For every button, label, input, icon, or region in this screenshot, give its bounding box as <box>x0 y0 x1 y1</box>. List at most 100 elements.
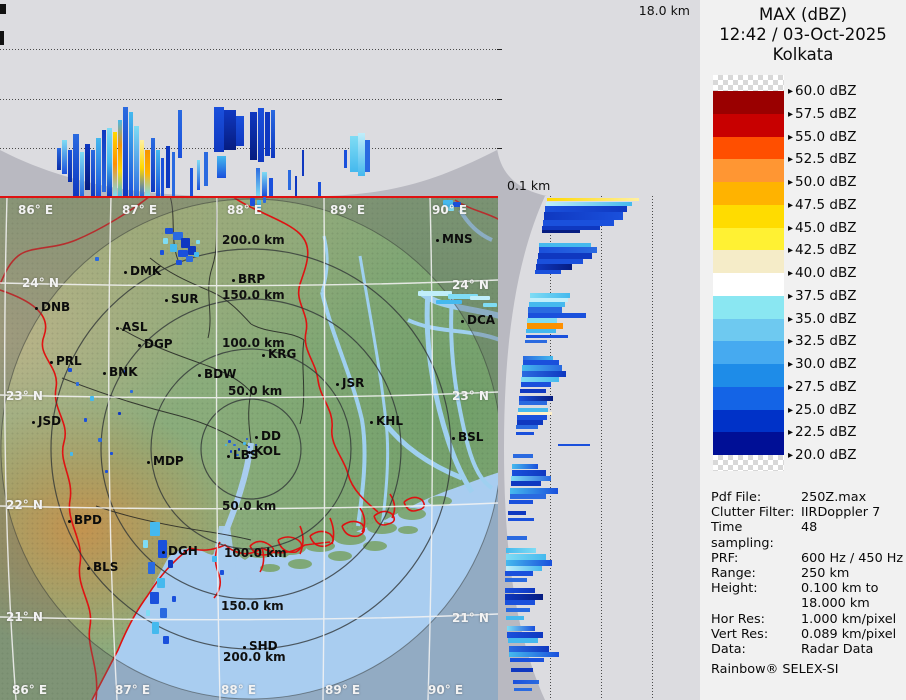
legend-level-label: ▸ 52.5 dBZ <box>788 151 856 167</box>
graticule-label: 22° N <box>6 498 43 512</box>
echo-row <box>512 464 538 469</box>
range-ring-label: 50.0 km <box>222 499 277 513</box>
echo-row <box>507 536 527 540</box>
level-marker-icon: ▸ <box>788 313 794 325</box>
graticule-label: 87° E <box>115 683 151 697</box>
legend-band <box>713 227 784 251</box>
level-marker-icon: ▸ <box>788 245 794 257</box>
echo-column <box>68 150 72 182</box>
graticule-label: 90° E <box>432 203 468 217</box>
city-dot <box>162 551 165 554</box>
metadata-row: Hor Res: 1.000 km/pixel <box>711 612 901 627</box>
echo-column <box>271 110 275 158</box>
product-datetime: 12:42 / 03-Oct-2025 <box>719 25 887 44</box>
echo-column <box>113 132 117 196</box>
metadata-row: Pdf File: 250Z.max <box>711 490 901 505</box>
metadata-row: PRF: 600 Hz / 450 Hz <box>711 550 903 566</box>
city-dot <box>262 354 265 357</box>
level-text: 22.5 dBZ <box>795 424 857 441</box>
metadata-label: PRF: <box>711 550 739 566</box>
city-label: BLS <box>93 560 119 574</box>
city-label: LBS <box>233 448 259 462</box>
level-marker-icon: ▸ <box>788 222 794 234</box>
echo-row <box>505 571 533 576</box>
graticule-label: 87° E <box>122 203 158 217</box>
metadata-label: Height: <box>711 581 758 597</box>
right-height-profile-panel <box>497 196 700 700</box>
city-label: BSL <box>458 430 484 444</box>
echo-row <box>542 230 580 233</box>
height-max-label: 18.0 km <box>638 3 690 18</box>
city-dot <box>32 421 35 424</box>
city-label: BRP <box>238 272 266 286</box>
range-ring-label: 50.0 km <box>228 384 283 398</box>
level-text: 27.5 dBZ <box>795 378 857 395</box>
city-dot <box>461 320 464 323</box>
level-text: 37.5 dBZ <box>795 287 857 304</box>
legend-band <box>713 295 784 319</box>
level-text: 45.0 dBZ <box>795 219 857 236</box>
level-text: 55.0 dBZ <box>795 128 857 145</box>
metadata-value: 1.000 km/pixel <box>801 611 897 627</box>
city-label: DNB <box>41 300 71 314</box>
graticule-label: 21° N <box>452 611 489 625</box>
legend-band <box>713 75 784 91</box>
echo-column <box>151 138 155 192</box>
echo-row <box>505 578 527 582</box>
metadata-row: Vert Res: 0.089 km/pixel <box>711 627 901 642</box>
city-label: KHL <box>376 414 403 428</box>
legend-level-label: ▸ 32.5 dBZ <box>788 333 856 349</box>
echo-column <box>134 126 139 196</box>
level-text: 52.5 dBZ <box>795 151 857 168</box>
echo-row <box>505 600 535 605</box>
legend-panel: MAX (dBZ) 12:42 / 03-Oct-2025 Kolkata ▸ 6… <box>700 0 906 700</box>
echo-column <box>190 168 193 196</box>
radar-map: MNS DMK BRP SUR DNB ASL DCA DGP KRG PRL BNK BDW JSR K… <box>0 196 498 700</box>
city-dot <box>255 436 258 439</box>
echo-row <box>507 626 535 631</box>
echo-column <box>145 150 150 196</box>
graticule-label: 24° N <box>452 278 489 292</box>
edge-mark <box>0 31 4 45</box>
city-label: SUR <box>171 292 199 306</box>
metadata-label: Hor Res: <box>711 611 765 627</box>
height-gridline <box>0 49 497 50</box>
echo-column <box>224 110 236 150</box>
city-label: DCA <box>467 313 496 327</box>
metadata-row: Clutter Filter: IIRDoppler 7 <box>711 505 901 520</box>
legend-band <box>713 136 784 160</box>
echo-column <box>166 146 170 188</box>
city-dot <box>370 421 373 424</box>
range-ring-label: 150.0 km <box>221 599 284 613</box>
echo-column <box>214 107 224 152</box>
top-height-profile-panel <box>0 0 497 196</box>
legend-band <box>713 250 784 273</box>
echo-column <box>350 136 358 172</box>
echo-column <box>358 133 365 176</box>
echo-row <box>514 688 532 691</box>
legend-level-label: ▸ 45.0 dBZ <box>788 220 856 236</box>
legend-band <box>713 341 784 364</box>
metadata-value: Radar Data <box>801 642 874 658</box>
legend-band <box>713 455 784 471</box>
echo-column <box>129 112 133 196</box>
echo-column <box>62 140 67 174</box>
echo-row <box>508 638 538 643</box>
city-label: DGP <box>144 337 173 351</box>
city-dot <box>138 344 141 347</box>
echo-row <box>513 680 539 684</box>
level-marker-icon: ▸ <box>788 381 794 393</box>
profile-axis-corner-panel: 18.0 km 0.1 km <box>497 0 700 196</box>
echo-column <box>295 176 297 196</box>
legend-band <box>713 364 784 387</box>
metadata-rows: Pdf File: 250Z.max Clutter Filter: IIRDoppl… <box>711 490 903 658</box>
echo-column <box>85 144 90 190</box>
level-text: 32.5 dBZ <box>795 333 857 350</box>
city-dot <box>124 271 127 274</box>
echo-column <box>204 152 208 186</box>
echo-row <box>508 511 526 515</box>
level-marker-icon: ▸ <box>788 268 794 279</box>
range-ring-label: 100.0 km <box>224 546 287 560</box>
level-text: 35.0 dBZ <box>795 310 857 327</box>
edge-mark <box>0 4 6 14</box>
